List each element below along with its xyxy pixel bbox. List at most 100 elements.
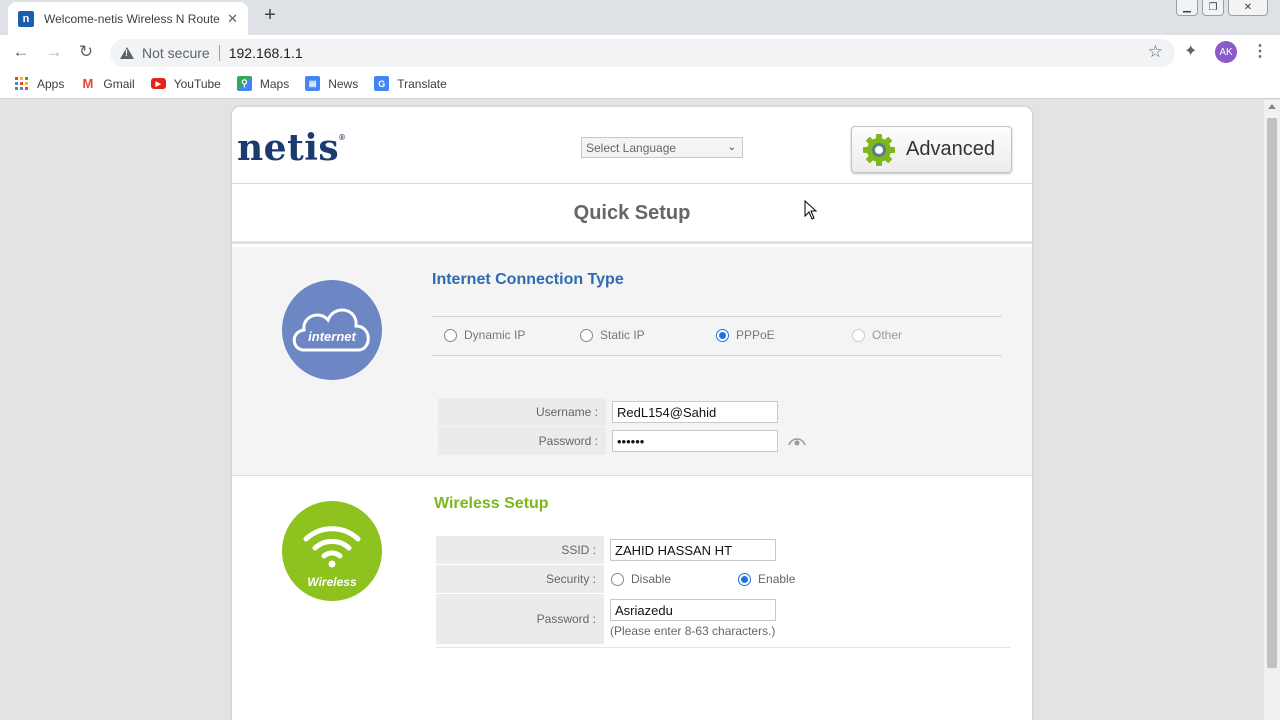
radio-circle[interactable] bbox=[716, 328, 729, 342]
tab-title: Welcome-netis Wireless N Router bbox=[44, 11, 220, 26]
password-row: Password : •••••• bbox=[438, 427, 1002, 455]
bookmark-label: Translate bbox=[397, 76, 447, 91]
chevron-down-icon: ⌄ bbox=[727, 142, 736, 153]
radio-label: Disable bbox=[631, 572, 672, 586]
wireless-section: Wireless Wireless Setup SSID : ZAHID HAS… bbox=[232, 477, 1032, 720]
scroll-up-arrow-icon[interactable] bbox=[1268, 104, 1276, 109]
bookmarks-bar: Apps M Gmail ▶ YouTube ⚲ Maps ▤ News G T… bbox=[0, 69, 1280, 99]
password-field[interactable]: •••••• bbox=[612, 430, 778, 452]
back-arrow-icon[interactable]: ← bbox=[10, 41, 32, 63]
browser-tab-strip: n Welcome-netis Wireless N Router ✕ + ▁ … bbox=[0, 0, 1280, 35]
extensions-puzzle-icon[interactable]: ✦ bbox=[1184, 41, 1197, 61]
username-field[interactable]: RedL154@Sahid bbox=[612, 401, 778, 423]
minimize-icon[interactable]: ▁ bbox=[1176, 0, 1198, 16]
maps-icon: ⚲ bbox=[236, 76, 252, 91]
bookmark-translate[interactable]: G Translate bbox=[374, 76, 447, 91]
page-title: Quick Setup bbox=[573, 201, 691, 224]
bookmark-star-icon[interactable]: ☆ bbox=[1148, 42, 1163, 62]
svg-text:Wireless: Wireless bbox=[307, 575, 357, 589]
radio-label: Other bbox=[872, 328, 903, 342]
translate-icon: G bbox=[374, 76, 390, 91]
netis-logo: netis® bbox=[237, 127, 346, 169]
security-enable-option[interactable]: Enable bbox=[738, 572, 795, 586]
connection-type-group: Dynamic IP Static IP PPPoE Other bbox=[432, 316, 1002, 356]
bookmark-gmail[interactable]: M Gmail bbox=[80, 76, 134, 91]
bookmark-maps[interactable]: ⚲ Maps bbox=[236, 76, 290, 91]
radio-circle[interactable] bbox=[611, 572, 624, 586]
ssid-field[interactable]: ZAHID HASSAN HT bbox=[610, 539, 776, 561]
gear-icon bbox=[863, 133, 895, 166]
gmail-icon: M bbox=[82, 76, 94, 91]
browser-tab[interactable]: n Welcome-netis Wireless N Router ✕ bbox=[8, 2, 248, 35]
radio-label: Dynamic IP bbox=[464, 328, 526, 342]
internet-section: internet Internet Connection Type Dynami… bbox=[232, 247, 1032, 476]
apps-grid-icon bbox=[14, 76, 29, 91]
wireless-password-label: Password : bbox=[436, 594, 604, 644]
radio-circle[interactable] bbox=[738, 572, 752, 586]
bookmark-label: Gmail bbox=[103, 76, 135, 91]
radio-dynamic-ip[interactable]: Dynamic IP bbox=[444, 328, 525, 342]
page-viewport: netis® Select Language ⌄ Advanced Quick … bbox=[0, 100, 1264, 720]
radio-circle[interactable] bbox=[444, 328, 457, 342]
window-close-icon[interactable]: ✕ bbox=[1228, 0, 1268, 16]
wireless-wifi-icon: Wireless bbox=[282, 501, 382, 601]
bookmark-label: Maps bbox=[259, 76, 290, 91]
divider bbox=[436, 647, 1010, 648]
radio-label: Enable bbox=[758, 572, 796, 586]
internet-connection-type-title: Internet Connection Type bbox=[432, 271, 624, 288]
password-label: Password : bbox=[438, 427, 606, 455]
security-label: Security : bbox=[436, 565, 604, 593]
language-select[interactable]: Select Language ⌄ bbox=[581, 137, 743, 158]
window-controls: ▁ ❐ ✕ bbox=[1176, 0, 1268, 16]
security-row: Security : Disable Enable bbox=[436, 565, 1010, 593]
radio-pppoe[interactable]: PPPoE bbox=[716, 328, 775, 342]
radio-static-ip[interactable]: Static IP bbox=[580, 328, 645, 342]
netis-favicon-icon: n bbox=[18, 10, 34, 27]
show-password-eye-icon[interactable] bbox=[788, 436, 806, 446]
reload-icon[interactable]: ↻ bbox=[75, 41, 97, 63]
bookmark-apps[interactable]: Apps bbox=[14, 76, 64, 91]
password-hint: (Please enter 8-63 characters.) bbox=[610, 624, 776, 638]
router-setup-card: netis® Select Language ⌄ Advanced Quick … bbox=[232, 107, 1032, 720]
language-select-value: Select Language bbox=[586, 140, 677, 155]
url-text[interactable]: 192.168.1.1 bbox=[229, 45, 303, 61]
security-status[interactable]: Not secure bbox=[142, 45, 210, 61]
svg-text:internet: internet bbox=[308, 329, 356, 344]
address-separator bbox=[218, 45, 220, 61]
page-scrollbar[interactable] bbox=[1264, 100, 1280, 720]
bookmark-label: YouTube bbox=[173, 76, 221, 91]
internet-cloud-icon: internet bbox=[282, 280, 382, 380]
radio-label: Static IP bbox=[600, 328, 645, 342]
tab-close-icon[interactable]: ✕ bbox=[227, 11, 238, 27]
bookmark-label: News bbox=[328, 76, 359, 91]
radio-circle[interactable] bbox=[580, 328, 593, 342]
restore-icon[interactable]: ❐ bbox=[1202, 0, 1224, 16]
radio-other[interactable]: Other bbox=[852, 328, 902, 342]
wireless-setup-title: Wireless Setup bbox=[434, 495, 549, 512]
username-label: Username : bbox=[438, 398, 606, 426]
advanced-button[interactable]: Advanced bbox=[851, 126, 1012, 173]
address-bar[interactable]: Not secure 192.168.1.1 ☆ bbox=[110, 39, 1175, 67]
security-disable-option[interactable]: Disable bbox=[611, 572, 671, 586]
youtube-icon: ▶ bbox=[150, 78, 166, 89]
bookmark-label: Apps bbox=[37, 76, 65, 91]
ssid-label: SSID : bbox=[436, 536, 604, 564]
browser-menu-icon[interactable]: ⋮ bbox=[1252, 41, 1268, 61]
new-tab-button[interactable]: + bbox=[258, 4, 282, 27]
bookmark-youtube[interactable]: ▶ YouTube bbox=[150, 76, 221, 91]
mouse-cursor-icon bbox=[804, 200, 818, 220]
username-row: Username : RedL154@Sahid bbox=[438, 398, 1002, 426]
ssid-row: SSID : ZAHID HASSAN HT bbox=[436, 536, 1010, 564]
bookmark-news[interactable]: ▤ News bbox=[305, 76, 358, 91]
scrollbar-thumb[interactable] bbox=[1267, 118, 1277, 668]
quick-setup-bar: Quick Setup bbox=[232, 185, 1032, 244]
warning-icon bbox=[120, 47, 134, 59]
radio-circle[interactable] bbox=[852, 328, 865, 342]
forward-arrow-icon[interactable]: → bbox=[43, 41, 65, 63]
wireless-password-field[interactable]: Asriazedu bbox=[610, 599, 776, 621]
advanced-label: Advanced bbox=[906, 138, 995, 160]
browser-toolbar: ← → ↻ Not secure 192.168.1.1 ☆ bbox=[0, 35, 1280, 69]
avatar[interactable]: AK bbox=[1215, 41, 1237, 63]
card-header: netis® Select Language ⌄ Advanced bbox=[232, 107, 1032, 184]
radio-label: PPPoE bbox=[736, 328, 775, 342]
